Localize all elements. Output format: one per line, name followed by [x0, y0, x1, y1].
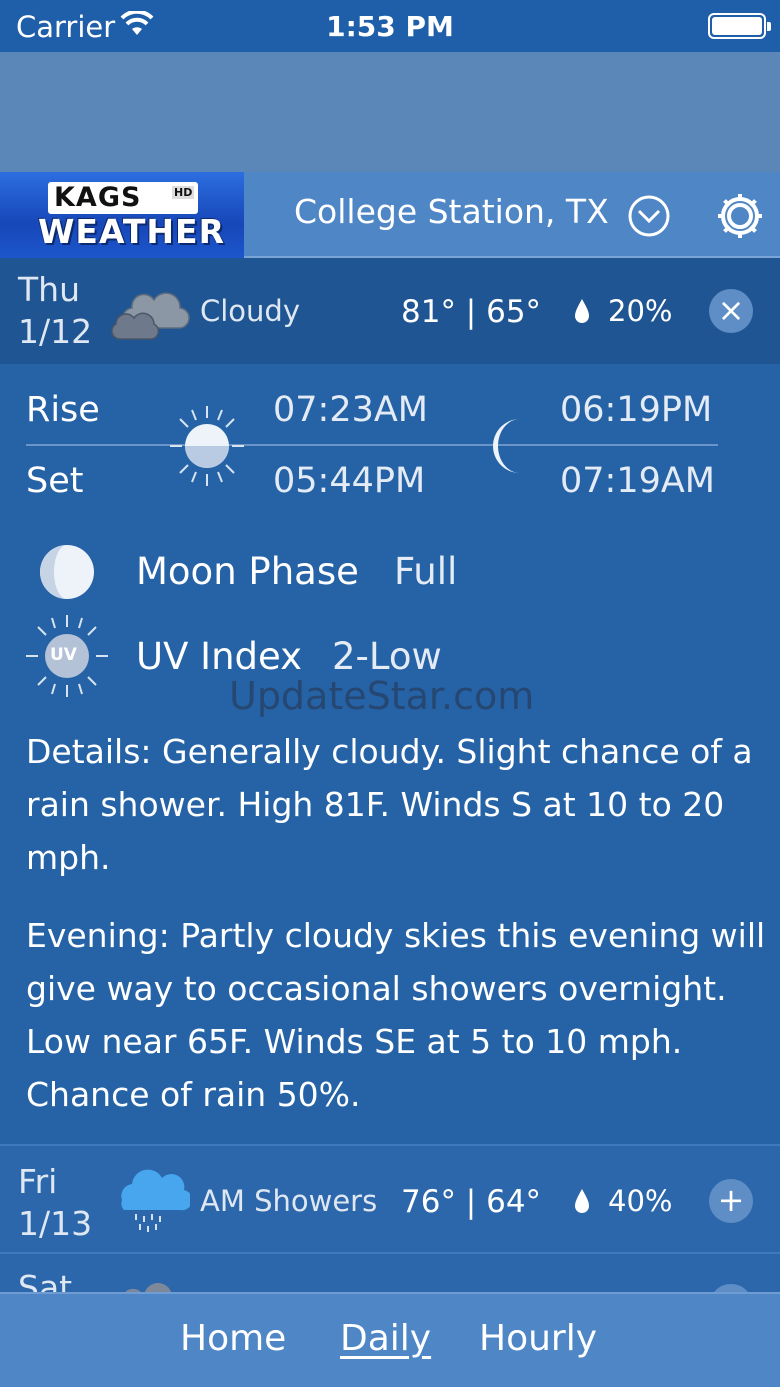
raindrop-icon — [575, 299, 589, 323]
chevron-down-icon[interactable] — [627, 194, 671, 238]
forecast-row[interactable]: Fri 1/13 AM Showers 76° | 64° 40% + — [0, 1144, 780, 1252]
uv-icon-text: UV — [50, 645, 77, 665]
sunset-time: 05:44PM — [273, 461, 426, 501]
day-date: 1/12 — [18, 312, 93, 351]
sun-icon — [170, 406, 244, 486]
set-label: Set — [26, 461, 84, 501]
condition-label: Cloudy — [200, 294, 300, 328]
tab-daily[interactable]: Daily — [340, 1318, 431, 1359]
rise-label: Rise — [26, 390, 100, 430]
watermark: UpdateStar.com — [229, 674, 535, 718]
location-label[interactable]: College Station, TX — [294, 192, 609, 231]
moonset-time: 07:19AM — [560, 461, 716, 501]
status-bar: Carrier 1:53 PM — [0, 0, 780, 52]
temperature-high-low: 76° | 64° — [401, 1184, 542, 1220]
tab-hourly[interactable]: Hourly — [479, 1318, 597, 1359]
today-summary-row[interactable]: Thu 1/12 Cloudy 81° | 65° 20% × — [0, 258, 780, 364]
precip-chance: 20% — [608, 294, 673, 328]
battery-icon — [708, 13, 771, 39]
uv-index-value: 2-Low — [332, 635, 442, 678]
sun-moon-divider — [26, 444, 718, 446]
clock: 1:53 PM — [326, 10, 454, 43]
sunrise-time: 07:23AM — [273, 390, 429, 430]
temperature-high-low: 81° | 65° — [401, 294, 542, 330]
gear-icon[interactable] — [714, 190, 766, 242]
top-banner-area — [0, 52, 780, 172]
moonrise-time: 06:19PM — [560, 390, 713, 430]
moon-icon — [493, 419, 520, 473]
day-name: Fri — [18, 1162, 58, 1201]
evening-text: Evening: Partly cloudy skies this evenin… — [26, 916, 766, 1114]
details-text: Details: Generally cloudy. Slight chance… — [26, 732, 753, 877]
station-logo[interactable]: KAGS HD WEATHER — [0, 172, 244, 258]
moon-phase-value: Full — [394, 550, 458, 593]
logo-hd-badge: HD — [172, 186, 195, 199]
cloudy-icon — [111, 292, 190, 340]
collapse-button[interactable]: × — [709, 289, 753, 333]
day-date: 1/13 — [18, 1204, 93, 1243]
logo-weather: WEATHER — [38, 212, 226, 251]
rain-cloud-icon — [121, 1169, 190, 1232]
bottom-tab-bar: Home Daily Hourly — [0, 1292, 780, 1387]
expand-button[interactable]: + — [709, 1179, 753, 1223]
condition-label: AM Showers — [200, 1184, 378, 1218]
moon-phase-label: Moon Phase — [136, 550, 359, 593]
moon-phase-icon — [40, 545, 94, 599]
precip-chance: 40% — [608, 1184, 673, 1218]
tab-home[interactable]: Home — [180, 1318, 286, 1359]
raindrop-icon — [575, 1189, 589, 1213]
day-name: Thu — [18, 270, 80, 309]
uv-index-label: UV Index — [136, 635, 303, 678]
